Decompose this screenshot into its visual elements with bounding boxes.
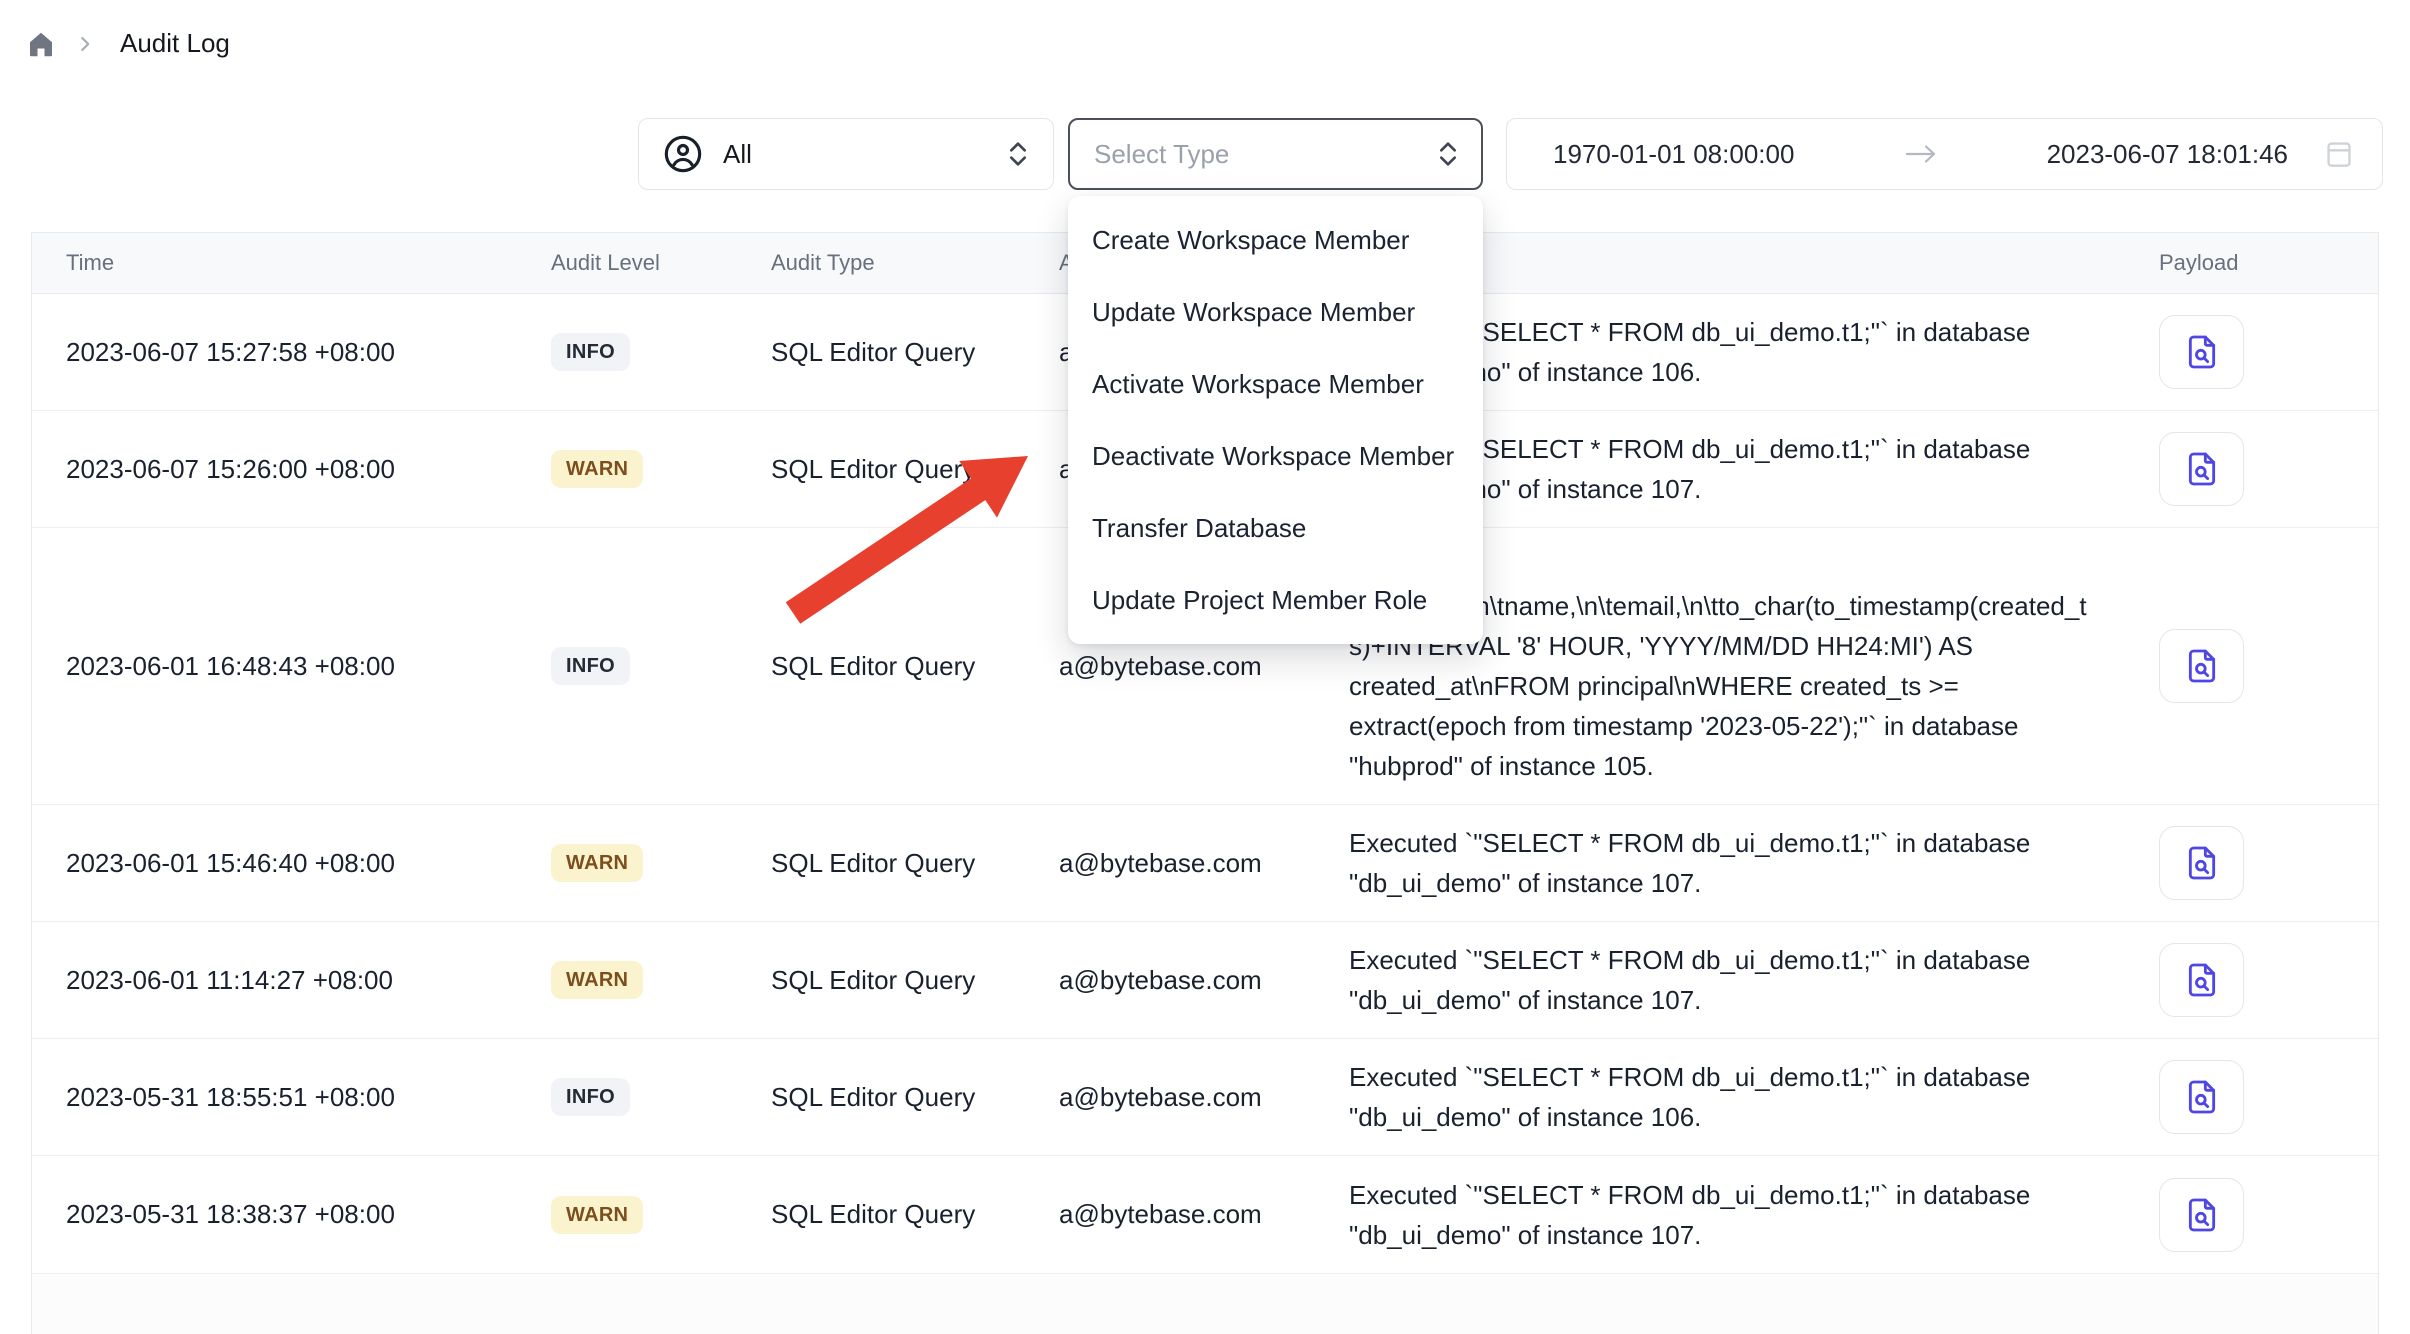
payload-cell <box>2121 1178 2378 1252</box>
actor-cell: a@bytebase.com <box>1059 1082 1349 1113</box>
audit-level-cell: WARN <box>551 844 771 882</box>
payload-view-button[interactable] <box>2159 1060 2244 1134</box>
column-header-time: Time <box>32 250 551 276</box>
file-search-icon <box>2182 843 2222 883</box>
actor-cell: a@bytebase.com <box>1059 848 1349 879</box>
audit-level-cell: INFO <box>551 333 771 371</box>
home-icon[interactable] <box>26 29 56 59</box>
audit-type-cell: SQL Editor Query <box>771 848 1059 879</box>
actor-cell: a@bytebase.com <box>1059 965 1349 996</box>
user-circle-icon <box>663 134 703 174</box>
dropdown-option[interactable]: Update Project Member Role <box>1068 564 1483 636</box>
page-title: Audit Log <box>120 28 230 59</box>
file-search-icon <box>2182 1077 2222 1117</box>
payload-cell <box>2121 629 2378 703</box>
table-row: 2023-05-31 18:55:51 +08:00 INFO SQL Edit… <box>32 1039 2378 1156</box>
time-cell: 2023-06-07 15:26:00 +08:00 <box>32 454 551 485</box>
audit-type-cell: SQL Editor Query <box>771 651 1059 682</box>
file-search-icon <box>2182 449 2222 489</box>
payload-view-button[interactable] <box>2159 315 2244 389</box>
actor-cell: a@bytebase.com <box>1059 1199 1349 1230</box>
audit-type-cell: SQL Editor Query <box>771 454 1059 485</box>
date-range-end: 2023-06-07 18:01:46 <box>2047 139 2288 170</box>
time-cell: 2023-06-01 16:48:43 +08:00 <box>32 651 551 682</box>
payload-cell <box>2121 943 2378 1017</box>
column-header-audit-type: Audit Type <box>771 250 1059 276</box>
payload-view-button[interactable] <box>2159 629 2244 703</box>
audit-type-cell: SQL Editor Query <box>771 1199 1059 1230</box>
audit-level-cell: INFO <box>551 1078 771 1116</box>
actor-cell: a@bytebase.com <box>1059 651 1349 682</box>
audit-level-cell: WARN <box>551 1196 771 1234</box>
table-row: 2023-05-31 18:38:37 +08:00 WARN SQL Edit… <box>32 1156 2378 1274</box>
actor-filter-select[interactable]: All <box>638 118 1054 190</box>
audit-type-cell: SQL Editor Query <box>771 337 1059 368</box>
audit-level-cell: WARN <box>551 450 771 488</box>
date-range-picker[interactable]: 1970-01-01 08:00:00 2023-06-07 18:01:46 <box>1506 118 2383 190</box>
time-cell: 2023-05-31 18:55:51 +08:00 <box>32 1082 551 1113</box>
type-dropdown-panel: Create Workspace MemberUpdate Workspace … <box>1068 196 1483 644</box>
audit-level-badge: WARN <box>551 450 643 488</box>
audit-level-badge: WARN <box>551 1196 643 1234</box>
payload-cell <box>2121 826 2378 900</box>
comment-cell: Executed `"SELECT * FROM db_ui_demo.t1;"… <box>1349 922 2121 1038</box>
dropdown-option[interactable]: Update Workspace Member <box>1068 276 1483 348</box>
chevron-right-icon <box>74 33 96 55</box>
type-filter-placeholder: Select Type <box>1094 139 1229 170</box>
payload-view-button[interactable] <box>2159 432 2244 506</box>
audit-level-badge: WARN <box>551 844 643 882</box>
payload-cell <box>2121 1060 2378 1134</box>
file-search-icon <box>2182 646 2222 686</box>
audit-type-cell: SQL Editor Query <box>771 965 1059 996</box>
select-arrows-icon <box>1005 137 1031 171</box>
payload-cell <box>2121 315 2378 389</box>
comment-cell: Executed `"SELECT * FROM db_ui_demo.t1;"… <box>1349 805 2121 921</box>
table-row <box>32 1274 2378 1334</box>
payload-cell <box>2121 432 2378 506</box>
select-arrows-icon <box>1435 137 1461 171</box>
breadcrumb: Audit Log <box>26 28 230 59</box>
calendar-icon <box>2324 138 2354 170</box>
audit-type-cell: SQL Editor Query <box>771 1082 1059 1113</box>
audit-level-badge: WARN <box>551 961 643 999</box>
file-search-icon <box>2182 960 2222 1000</box>
dropdown-option[interactable]: Create Workspace Member <box>1068 204 1483 276</box>
time-cell: 2023-06-01 11:14:27 +08:00 <box>32 965 551 996</box>
payload-view-button[interactable] <box>2159 826 2244 900</box>
time-cell: 2023-06-01 15:46:40 +08:00 <box>32 848 551 879</box>
column-header-payload: Payload <box>2121 250 2378 276</box>
type-filter-select[interactable]: Select Type <box>1068 118 1483 190</box>
comment-cell: Executed `"SELECT * FROM db_ui_demo.t1;"… <box>1349 1157 2121 1273</box>
dropdown-option[interactable]: Transfer Database <box>1068 492 1483 564</box>
column-header-audit-level: Audit Level <box>551 250 771 276</box>
audit-level-badge: INFO <box>551 333 630 371</box>
time-cell: 2023-05-31 18:38:37 +08:00 <box>32 1199 551 1230</box>
audit-level-cell: INFO <box>551 647 771 685</box>
comment-cell: Executed `"SELECT * FROM db_ui_demo.t1;"… <box>1349 1039 2121 1155</box>
payload-view-button[interactable] <box>2159 1178 2244 1252</box>
audit-level-badge: INFO <box>551 1078 630 1116</box>
dropdown-option[interactable]: Deactivate Workspace Member <box>1068 420 1483 492</box>
audit-level-badge: INFO <box>551 647 630 685</box>
table-row: 2023-06-01 15:46:40 +08:00 WARN SQL Edit… <box>32 805 2378 922</box>
audit-level-cell: WARN <box>551 961 771 999</box>
time-cell: 2023-06-07 15:27:58 +08:00 <box>32 337 551 368</box>
dropdown-option[interactable]: Activate Workspace Member <box>1068 348 1483 420</box>
payload-view-button[interactable] <box>2159 943 2244 1017</box>
file-search-icon <box>2182 332 2222 372</box>
file-search-icon <box>2182 1195 2222 1235</box>
date-range-start: 1970-01-01 08:00:00 <box>1553 139 1794 170</box>
actor-filter-value: All <box>723 139 752 170</box>
table-row: 2023-06-01 11:14:27 +08:00 WARN SQL Edit… <box>32 922 2378 1039</box>
arrow-right-icon <box>1903 142 1939 166</box>
